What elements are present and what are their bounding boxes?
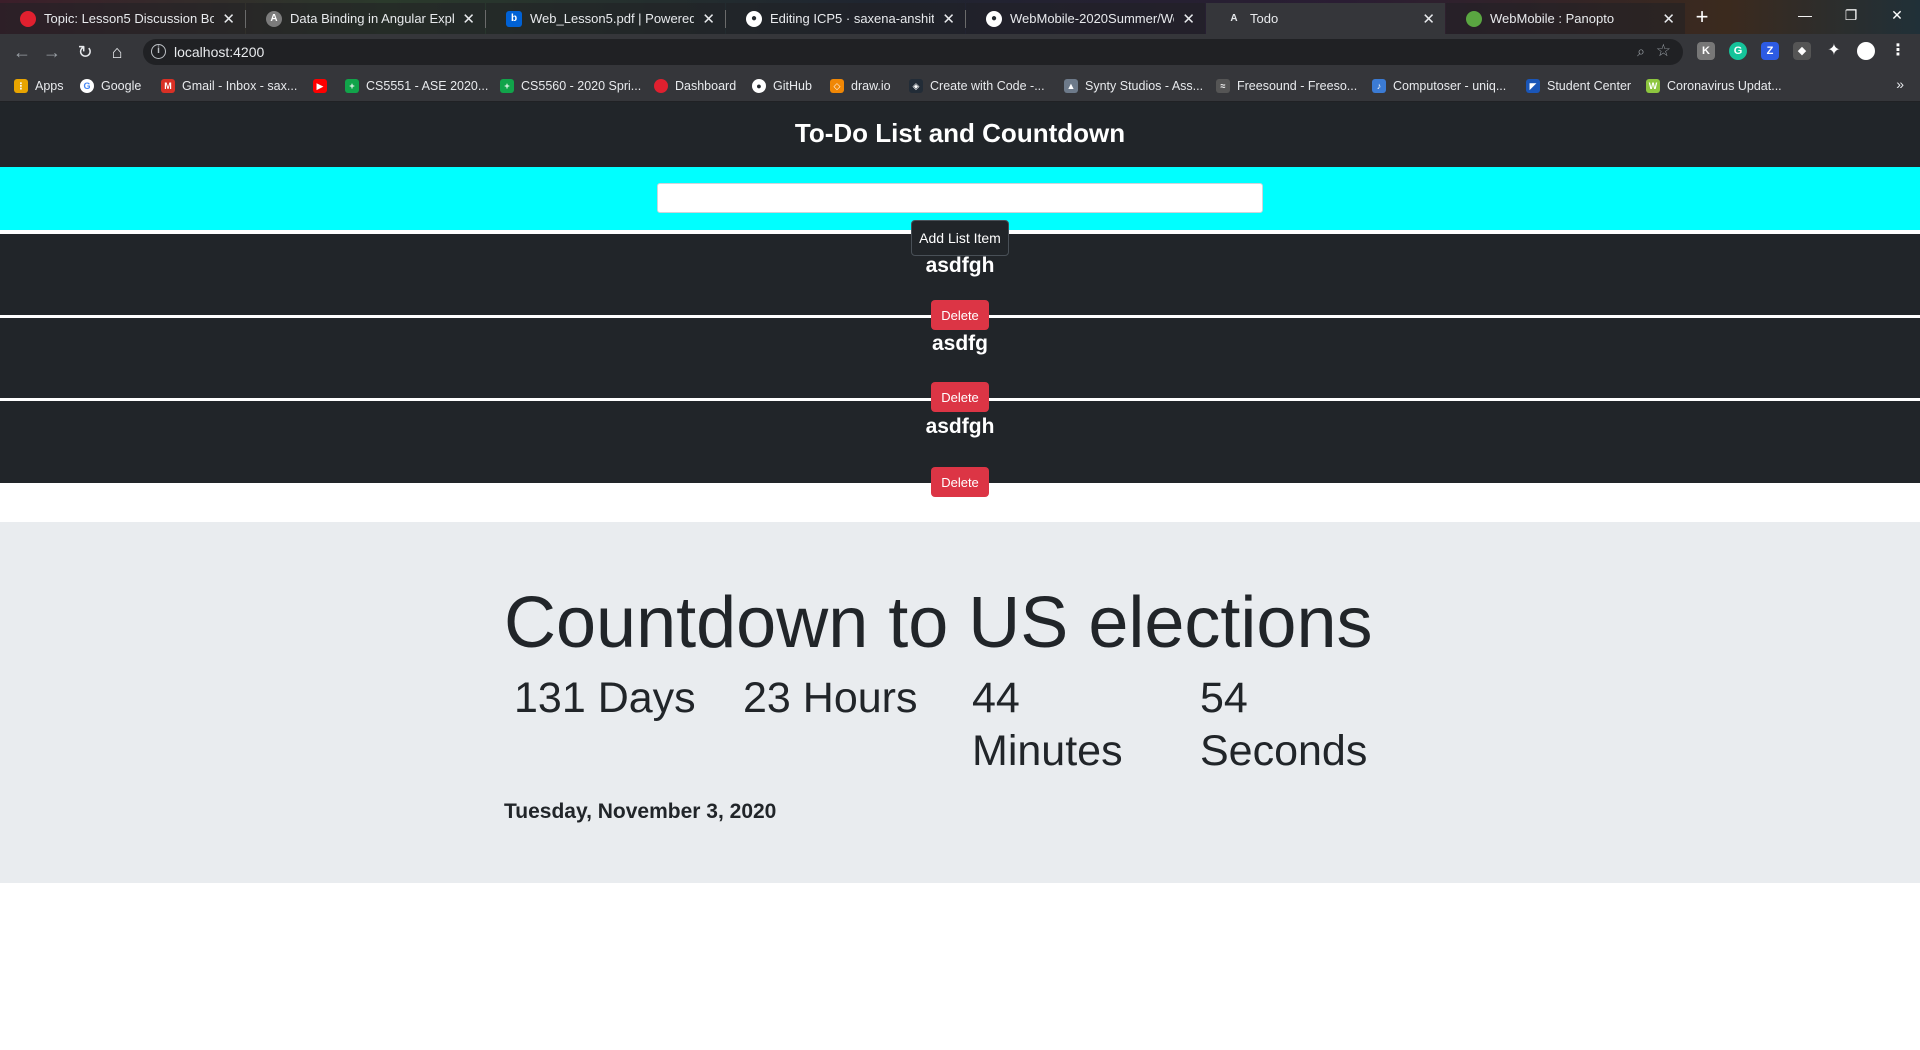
address-bar[interactable]: i localhost:4200 ⌕ ☆ [143,39,1683,65]
page-title: To-Do List and Countdown [794,118,1126,148]
music-note-icon: ♪ [1372,79,1386,93]
bookmark-drawio[interactable]: ◇ draw.io [830,77,891,95]
waveform-icon: ≈ [1216,79,1230,93]
bookmark-computoser[interactable]: ♪ Computoser - uniq... [1372,77,1506,95]
close-tab-icon[interactable]: ✕ [1182,10,1195,28]
bookmark-cs5560[interactable]: + CS5560 - 2020 Spri... [500,77,641,95]
bookmark-star-icon[interactable]: ☆ [1656,41,1671,61]
shield-extension-icon[interactable]: ◆ [1793,42,1811,60]
reload-icon[interactable]: ↻ [73,40,97,64]
box-icon: b [506,10,522,27]
countdown-minutes: 44 Minutes [972,674,1123,775]
todo-item: asdfgh Delete [0,401,1920,497]
more-bookmarks-icon[interactable]: » [1896,76,1904,92]
bookmark-create-with-code[interactable]: ◈ Create with Code -... [909,77,1045,95]
bookmark-cs5551[interactable]: + CS5551 - ASE 2020... [345,77,488,95]
grammarly-icon[interactable]: G [1729,42,1747,60]
delete-item-button[interactable]: Delete [931,467,989,497]
github-icon: ● [752,79,766,93]
page-content: To-Do List and Countdown Add List Item a… [0,102,1920,1050]
extensions-puzzle-icon[interactable]: ✦ [1825,42,1843,60]
app-header: To-Do List and Countdown [0,102,1920,167]
unity-icon: ◈ [909,79,923,93]
close-tab-icon[interactable]: ✕ [702,10,715,28]
minimize-window-icon[interactable]: — [1782,0,1828,30]
worldometer-icon: W [1646,79,1660,93]
bookmark-dashboard[interactable]: Dashboard [654,77,736,95]
bookmark-synty[interactable]: ▲ Synty Studios - Ass... [1064,77,1203,95]
delete-item-button[interactable]: Delete [931,300,989,330]
close-tab-icon[interactable]: ✕ [222,10,235,28]
close-window-icon[interactable]: ✕ [1874,0,1920,30]
drawio-icon: ◇ [830,79,844,93]
forward-icon[interactable]: → [40,40,64,64]
canvas-icon [654,79,668,93]
synty-icon: ▲ [1064,79,1078,93]
tab-panopto[interactable]: WebMobile : Panopto ✕ [1446,3,1685,34]
canvas-icon [20,10,36,27]
tab-todo[interactable]: A Todo ✕ [1206,3,1445,34]
url-text[interactable]: localhost:4200 [174,44,264,60]
bookmark-google[interactable]: G Google [80,77,141,95]
todo-item: asdfg Delete [0,318,1920,412]
countdown-title: Countdown to US elections [504,583,1373,663]
todo-item-text: asdfgh [925,254,995,277]
cross-icon: + [345,79,359,93]
youtube-icon: ▶ [313,79,327,93]
browser-menu-icon[interactable]: ⋮ [1889,42,1907,60]
bookmarks-bar: ⋮ Apps G Google M Gmail - Inbox - sax... ▶ … [0,70,1920,102]
zotero-icon[interactable]: Z [1761,42,1779,60]
zoom-icon[interactable]: ⌕ [1637,43,1645,60]
close-tab-icon[interactable]: ✕ [1422,10,1435,28]
bookmark-student-center[interactable]: ◤ Student Center [1526,77,1631,95]
bookmark-github[interactable]: ● GitHub [752,77,812,95]
bookmark-freesound[interactable]: ≈ Freesound - Freeso... [1216,77,1357,95]
todo-item-text: asdfg [931,332,988,355]
browser-tab-strip: Topic: Lesson5 Discussion Board ✕ A Data… [0,0,1920,34]
student-center-icon: ◤ [1526,79,1540,93]
site-info-icon[interactable]: i [151,44,166,59]
browser-toolbar: ← → ↻ ⌂ i localhost:4200 ⌕ ☆ [0,34,1920,70]
extension-k-icon[interactable]: K [1697,42,1715,60]
todo-item-text: asdfgh [925,415,995,438]
tab-data-binding[interactable]: A Data Binding in Angular Explaine ✕ [246,3,485,34]
bookmark-coronavirus[interactable]: W Coronavirus Updat... [1646,77,1782,95]
apps-grid-icon: ⋮ [14,79,28,93]
close-tab-icon[interactable]: ✕ [462,10,475,28]
add-list-item-button[interactable]: Add List Item [911,220,1009,256]
angular-icon: A [1230,13,1238,24]
tab-lesson5-discussion[interactable]: Topic: Lesson5 Discussion Board ✕ [0,3,245,34]
bookmark-gmail[interactable]: M Gmail - Inbox - sax... [161,77,297,95]
home-icon[interactable]: ⌂ [105,40,129,64]
countdown-panel: Countdown to US elections 131 Days 23 Ho… [0,522,1920,883]
tab-webmobile-repo[interactable]: ● WebMobile-2020Summer/Web/ ✕ [966,3,1205,34]
tab-web-lesson5-pdf[interactable]: b Web_Lesson5.pdf | Powered by B ✕ [486,3,725,34]
github-icon: ● [986,10,1002,27]
bookmark-youtube[interactable]: ▶ [313,77,334,95]
restore-window-icon[interactable]: ❐ [1828,0,1874,30]
todo-input[interactable] [657,183,1263,213]
google-icon: G [80,79,94,93]
countdown-hours: 23 Hours [743,674,918,722]
countdown-target-date: Tuesday, November 3, 2020 [504,800,777,823]
close-tab-icon[interactable]: ✕ [1662,10,1675,28]
countdown-days: 131 Days [514,674,696,722]
tab-editing-icp5[interactable]: ● Editing ICP5 · saxena-anshit/Web ✕ [726,3,965,34]
profile-avatar[interactable] [1857,42,1875,60]
new-tab-button[interactable]: + [1689,5,1715,31]
panopto-icon [1466,10,1482,27]
gmail-icon: M [161,79,175,93]
back-icon[interactable]: ← [10,40,34,64]
countdown-seconds: 54 Seconds [1200,674,1368,775]
cross-icon: + [500,79,514,93]
github-icon: ● [746,10,762,27]
delete-item-button[interactable]: Delete [931,382,989,412]
close-tab-icon[interactable]: ✕ [942,10,955,28]
bookmark-apps[interactable]: ⋮ Apps [14,77,64,95]
angular-icon: A [266,10,282,27]
